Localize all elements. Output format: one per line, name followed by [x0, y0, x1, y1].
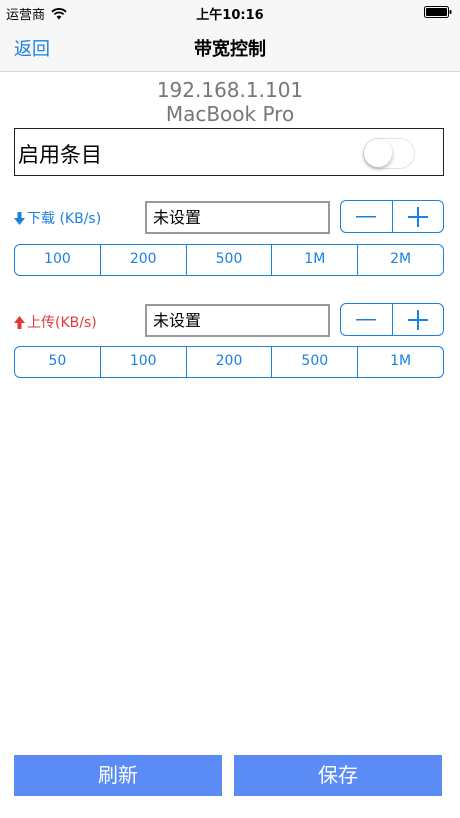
device-name: MacBook Pro: [165, 102, 295, 126]
arrow-down-icon: [14, 211, 25, 225]
minus-icon: [356, 318, 377, 320]
download-preset-control: 100 200 500 1M 2M: [14, 244, 444, 276]
plus-icon: [407, 206, 428, 227]
download-label: 下载 (KB/s): [14, 208, 101, 228]
upload-decrement-button[interactable]: [341, 304, 392, 335]
status-bar: 运营商 上午10:16: [0, 0, 460, 24]
upload-label-text: 上传(KB/s): [27, 315, 97, 331]
plus-icon: [407, 309, 428, 330]
download-increment-button[interactable]: [391, 201, 444, 232]
upload-stepper: [340, 303, 444, 336]
download-preset-option[interactable]: 1M: [271, 245, 357, 275]
upload-preset-control: 50 100 200 500 1M: [14, 346, 444, 378]
arrow-up-icon: [14, 315, 25, 329]
download-label-text: 下载 (KB/s): [27, 211, 102, 227]
download-preset-option[interactable]: 2M: [357, 245, 443, 275]
refresh-button[interactable]: 刷新: [14, 755, 222, 796]
minus-icon: [356, 215, 377, 217]
battery-icon: [424, 6, 452, 18]
upload-preset-option[interactable]: 100: [99, 347, 186, 377]
toggle-knob: [364, 139, 392, 167]
download-value-field[interactable]: 未设置: [145, 201, 330, 234]
upload-preset-option[interactable]: 500: [271, 347, 357, 377]
download-decrement-button[interactable]: [341, 201, 392, 232]
status-time: 上午10:16: [196, 8, 264, 23]
device-ip: 192.168.1.101: [156, 78, 304, 102]
upload-value-field[interactable]: 未设置: [145, 304, 330, 337]
upload-preset-option[interactable]: 50: [15, 347, 100, 377]
page-title: 带宽控制: [194, 39, 266, 60]
upload-preset-option[interactable]: 1M: [357, 347, 443, 377]
upload-preset-option[interactable]: 200: [185, 347, 272, 377]
enable-entry-row: 启用条目: [14, 128, 444, 176]
save-button[interactable]: 保存: [234, 755, 442, 796]
navigation-bar: 返回 带宽控制: [0, 24, 460, 72]
download-preset-option[interactable]: 100: [15, 245, 100, 275]
enable-entry-toggle[interactable]: [363, 138, 415, 169]
upload-increment-button[interactable]: [391, 304, 444, 335]
enable-entry-label: 启用条目: [18, 143, 102, 167]
download-stepper: [340, 200, 444, 233]
download-preset-option[interactable]: 500: [185, 245, 272, 275]
download-preset-option[interactable]: 200: [99, 245, 186, 275]
upload-label: 上传(KB/s): [14, 312, 97, 332]
